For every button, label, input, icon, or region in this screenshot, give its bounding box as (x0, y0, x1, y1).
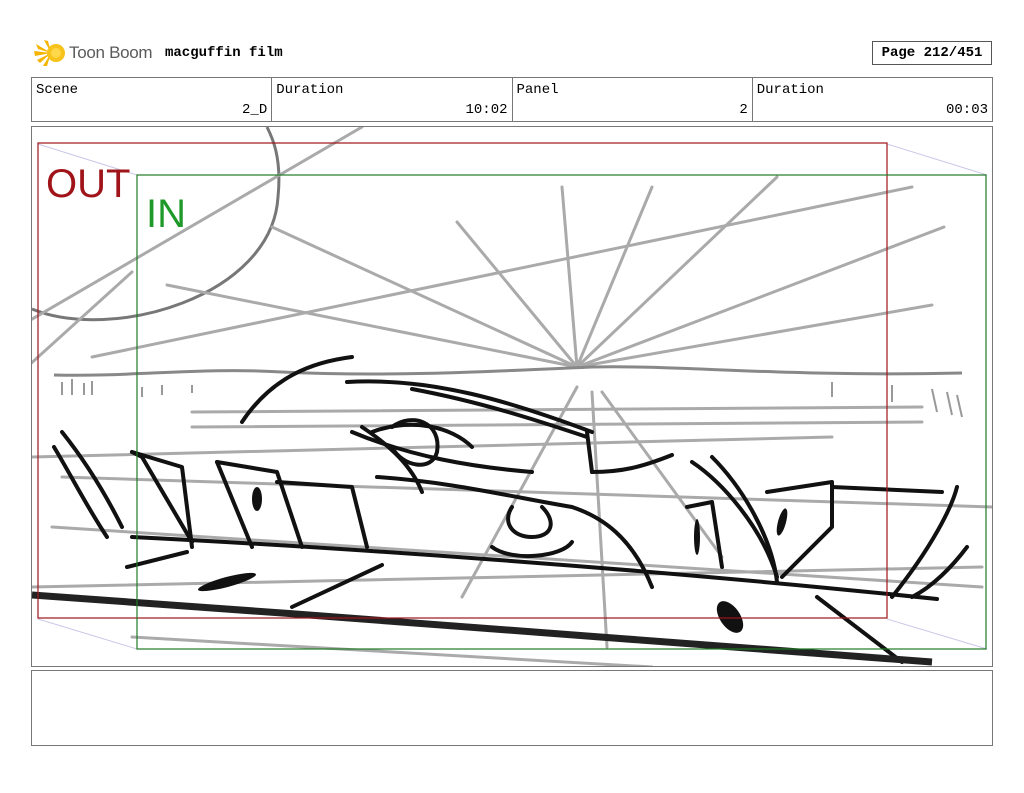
panel-duration-cell: Duration 00:03 (753, 78, 992, 121)
scene-value: 2_D (242, 102, 268, 118)
page-number: Page 212/451 (872, 41, 992, 65)
panel-info-bar: Scene 2_D Duration 10:02 Panel 2 Duratio… (31, 77, 993, 122)
in-frame-label: IN (146, 192, 186, 236)
panel-cell: Panel 2 (513, 78, 753, 121)
panel-value: 2 (739, 102, 748, 118)
starburst-icon (34, 40, 65, 66)
scene-cell: Scene 2_D (32, 78, 273, 121)
panel-notes-box[interactable] (31, 670, 993, 746)
panel-label: Panel (516, 82, 559, 98)
scene-duration-value: 10:02 (465, 102, 508, 118)
panel-duration-value: 00:03 (945, 102, 988, 118)
scene-duration-cell: Duration 10:02 (272, 78, 513, 121)
toon-boom-logo: Toon Boom (34, 38, 164, 68)
storyboard-panel: OUT IN (31, 126, 993, 667)
out-frame-label: OUT (46, 162, 130, 206)
logo-text: Toon Boom (69, 43, 153, 62)
scene-label: Scene (36, 82, 79, 98)
project-title: macguffin film (165, 45, 283, 61)
sketch-drawing: OUT IN (32, 127, 992, 666)
panel-duration-label: Duration (756, 82, 824, 98)
scene-duration-label: Duration (276, 82, 344, 98)
